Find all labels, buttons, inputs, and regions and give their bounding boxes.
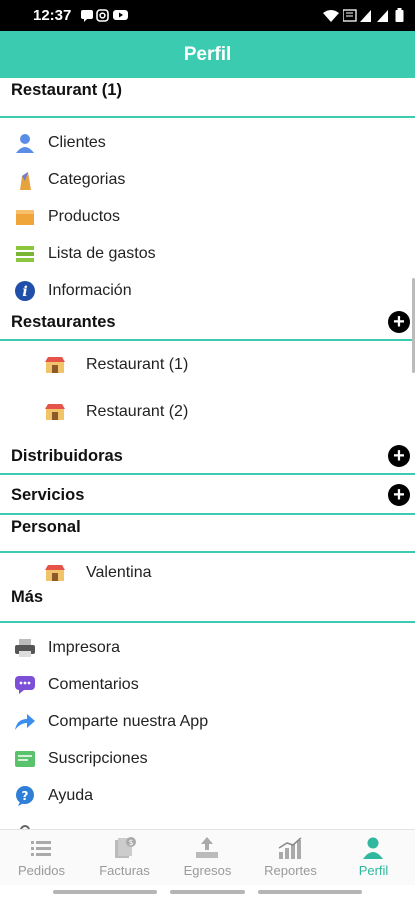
add-servicio-button[interactable]: + bbox=[388, 484, 410, 506]
menu-item-impresora[interactable]: Impresora bbox=[14, 634, 120, 662]
menu-item-label: Suscripciones bbox=[48, 750, 148, 767]
menu-item-label: Comparte nuestra App bbox=[48, 713, 209, 730]
restaurant-name: Restaurant (2) bbox=[86, 403, 189, 420]
divider bbox=[0, 116, 415, 118]
tab-label: Perfil bbox=[358, 863, 389, 878]
menu-item-partial[interactable] bbox=[14, 819, 48, 829]
battery-icon bbox=[395, 8, 404, 22]
info-icon: i bbox=[14, 280, 36, 302]
menu-item-clientes[interactable]: Clientes bbox=[14, 129, 106, 157]
wifi-icon bbox=[322, 8, 340, 22]
menu-item-informacion[interactable]: i Información bbox=[14, 277, 132, 305]
section-title-personal: Personal bbox=[11, 518, 81, 536]
subscription-icon bbox=[14, 748, 36, 770]
svg-text:$: $ bbox=[128, 838, 133, 847]
volte-icon bbox=[343, 8, 357, 22]
instagram-icon bbox=[96, 8, 109, 22]
tab-label: Reportes bbox=[264, 863, 317, 878]
section-title-mas: Más bbox=[11, 588, 44, 606]
tab-label: Egresos bbox=[183, 863, 232, 878]
menu-item-label: Comentarios bbox=[48, 676, 139, 693]
gesture-bar-center bbox=[170, 890, 245, 894]
restaurant-item-1[interactable]: Restaurant (1) bbox=[45, 351, 188, 379]
category-icon bbox=[14, 169, 36, 191]
menu-item-label: Lista de gastos bbox=[48, 245, 156, 262]
gesture-bar-left bbox=[53, 890, 157, 894]
personal-name: Valentina bbox=[86, 564, 152, 581]
box-icon bbox=[14, 206, 36, 228]
menu-item-categorias[interactable]: Categorias bbox=[14, 166, 125, 194]
menu-item-label: Productos bbox=[48, 208, 121, 225]
divider bbox=[0, 513, 415, 515]
list-icon bbox=[14, 243, 36, 265]
menu-item-comentarios[interactable]: Comentarios bbox=[14, 671, 139, 699]
svg-text:?: ? bbox=[22, 789, 29, 803]
chat-icon bbox=[14, 674, 36, 696]
person-icon bbox=[14, 132, 36, 154]
menu-item-productos[interactable]: Productos bbox=[14, 203, 120, 231]
printer-icon bbox=[14, 637, 36, 659]
tab-egresos[interactable]: Egresos bbox=[166, 830, 249, 885]
gesture-bar-right bbox=[258, 890, 362, 894]
profile-icon bbox=[359, 836, 387, 860]
divider bbox=[0, 551, 415, 553]
expenses-icon bbox=[193, 836, 221, 860]
message-icon bbox=[80, 8, 94, 22]
personal-item-1[interactable]: Valentina bbox=[45, 559, 152, 587]
store-icon bbox=[45, 356, 65, 374]
restaurant-item-2[interactable]: Restaurant (2) bbox=[45, 398, 188, 426]
status-bar: 12:37 bbox=[0, 0, 415, 31]
menu-item-ayuda[interactable]: ? Ayuda bbox=[14, 782, 93, 810]
add-distribuidora-button[interactable]: + bbox=[388, 445, 410, 467]
divider bbox=[0, 473, 415, 475]
menu-item-label: Categorias bbox=[48, 171, 126, 188]
share-icon bbox=[14, 711, 36, 733]
section-title-distribuidoras: Distribuidoras bbox=[11, 447, 123, 465]
menu-item-label: Impresora bbox=[48, 639, 121, 656]
signal-icon-2 bbox=[377, 8, 389, 22]
add-restaurant-button[interactable]: + bbox=[388, 311, 410, 333]
tab-facturas[interactable]: $ Facturas bbox=[83, 830, 166, 885]
bottom-navigation: Pedidos $ Facturas Egresos Reportes Perf… bbox=[0, 829, 415, 885]
profile-content[interactable]: Restaurant (1) Clientes Categorias Produ… bbox=[0, 78, 415, 829]
status-time: 12:37 bbox=[33, 7, 72, 24]
menu-item-suscripciones[interactable]: Suscripciones bbox=[14, 745, 148, 773]
tab-label: Pedidos bbox=[18, 863, 65, 878]
menu-item-comparte[interactable]: Comparte nuestra App bbox=[14, 708, 208, 736]
divider bbox=[0, 339, 415, 341]
divider bbox=[0, 621, 415, 623]
menu-item-label: Ayuda bbox=[48, 787, 94, 804]
page-title: Perfil bbox=[0, 31, 415, 78]
signal-icon bbox=[360, 8, 372, 22]
section-title-servicios: Servicios bbox=[11, 486, 85, 504]
tab-pedidos[interactable]: Pedidos bbox=[0, 830, 83, 885]
section-title-restaurantes: Restaurantes bbox=[11, 313, 116, 331]
restaurant-name: Restaurant (1) bbox=[86, 356, 189, 373]
current-restaurant-title: Restaurant (1) bbox=[11, 81, 122, 99]
tab-label: Facturas bbox=[99, 863, 150, 878]
store-icon bbox=[45, 403, 65, 421]
help-icon: ? bbox=[14, 785, 36, 807]
lock-icon bbox=[14, 822, 36, 829]
menu-item-label: Información bbox=[48, 282, 132, 299]
menu-item-lista-de-gastos[interactable]: Lista de gastos bbox=[14, 240, 156, 268]
list-icon bbox=[27, 836, 55, 860]
svg-text:i: i bbox=[22, 284, 27, 300]
tab-reportes[interactable]: Reportes bbox=[249, 830, 332, 885]
youtube-icon bbox=[113, 8, 128, 22]
chart-icon bbox=[276, 836, 304, 860]
menu-item-label: Clientes bbox=[48, 134, 106, 151]
tab-perfil[interactable]: Perfil bbox=[332, 830, 415, 885]
invoice-icon: $ bbox=[110, 836, 138, 860]
store-icon bbox=[45, 564, 65, 582]
